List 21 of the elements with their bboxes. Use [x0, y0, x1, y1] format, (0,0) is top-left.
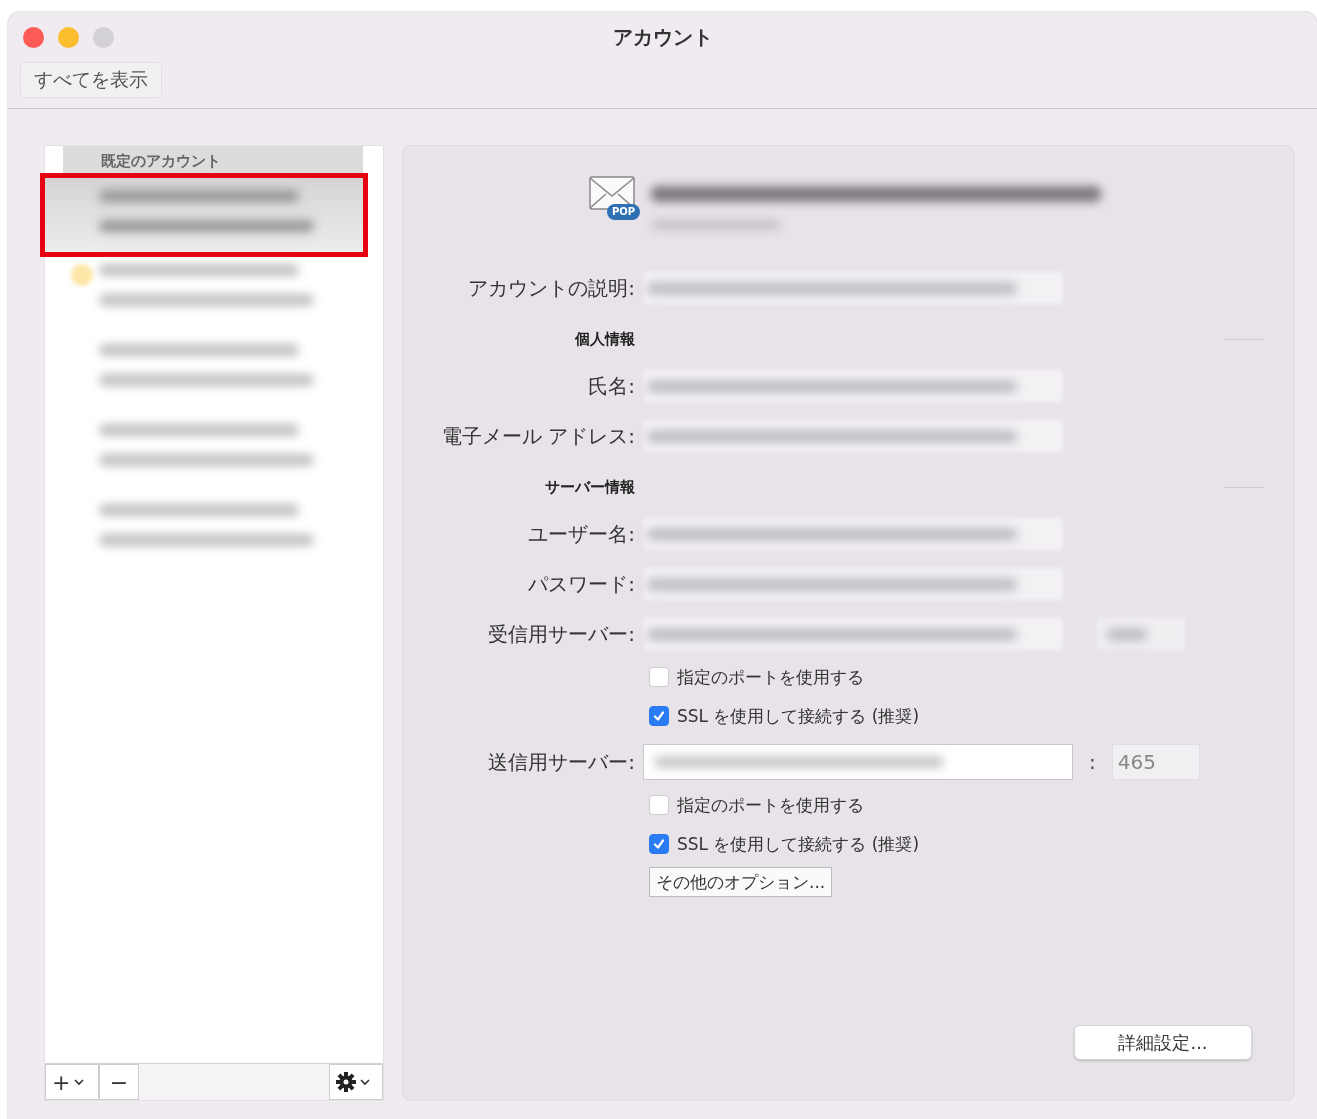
- section-heading: 個人情報: [575, 330, 635, 348]
- field-label: 送信用サーバー:: [488, 749, 635, 774]
- field-label: ユーザー名:: [528, 521, 635, 546]
- checkbox-label: SSL を使用して接続する (推奨): [677, 704, 920, 728]
- port-separator: :: [1089, 750, 1096, 774]
- remove-button[interactable]: −: [99, 1064, 139, 1100]
- show-all-button[interactable]: すべてを表示: [20, 62, 162, 98]
- field-label: パスワード:: [528, 571, 635, 596]
- account-type-badge: POP: [607, 204, 641, 220]
- field-label: 氏名:: [588, 373, 635, 398]
- checkbox-label: 指定のポートを使用する: [677, 793, 864, 817]
- add-button[interactable]: +: [45, 1064, 99, 1100]
- field-label: 電子メール アドレス:: [441, 423, 635, 448]
- window-title: アカウント: [612, 24, 713, 51]
- more-options-button[interactable]: その他のオプション...: [649, 867, 833, 897]
- field-label: 受信用サーバー:: [488, 621, 635, 646]
- checkbox-label: 指定のポートを使用する: [677, 665, 864, 689]
- section-heading: サーバー情報: [545, 478, 635, 496]
- field-label: アカウントの説明:: [468, 275, 635, 300]
- checkbox-label: SSL を使用して接続する (推奨): [677, 832, 920, 856]
- advanced-settings-button[interactable]: 詳細設定...: [1074, 1025, 1252, 1060]
